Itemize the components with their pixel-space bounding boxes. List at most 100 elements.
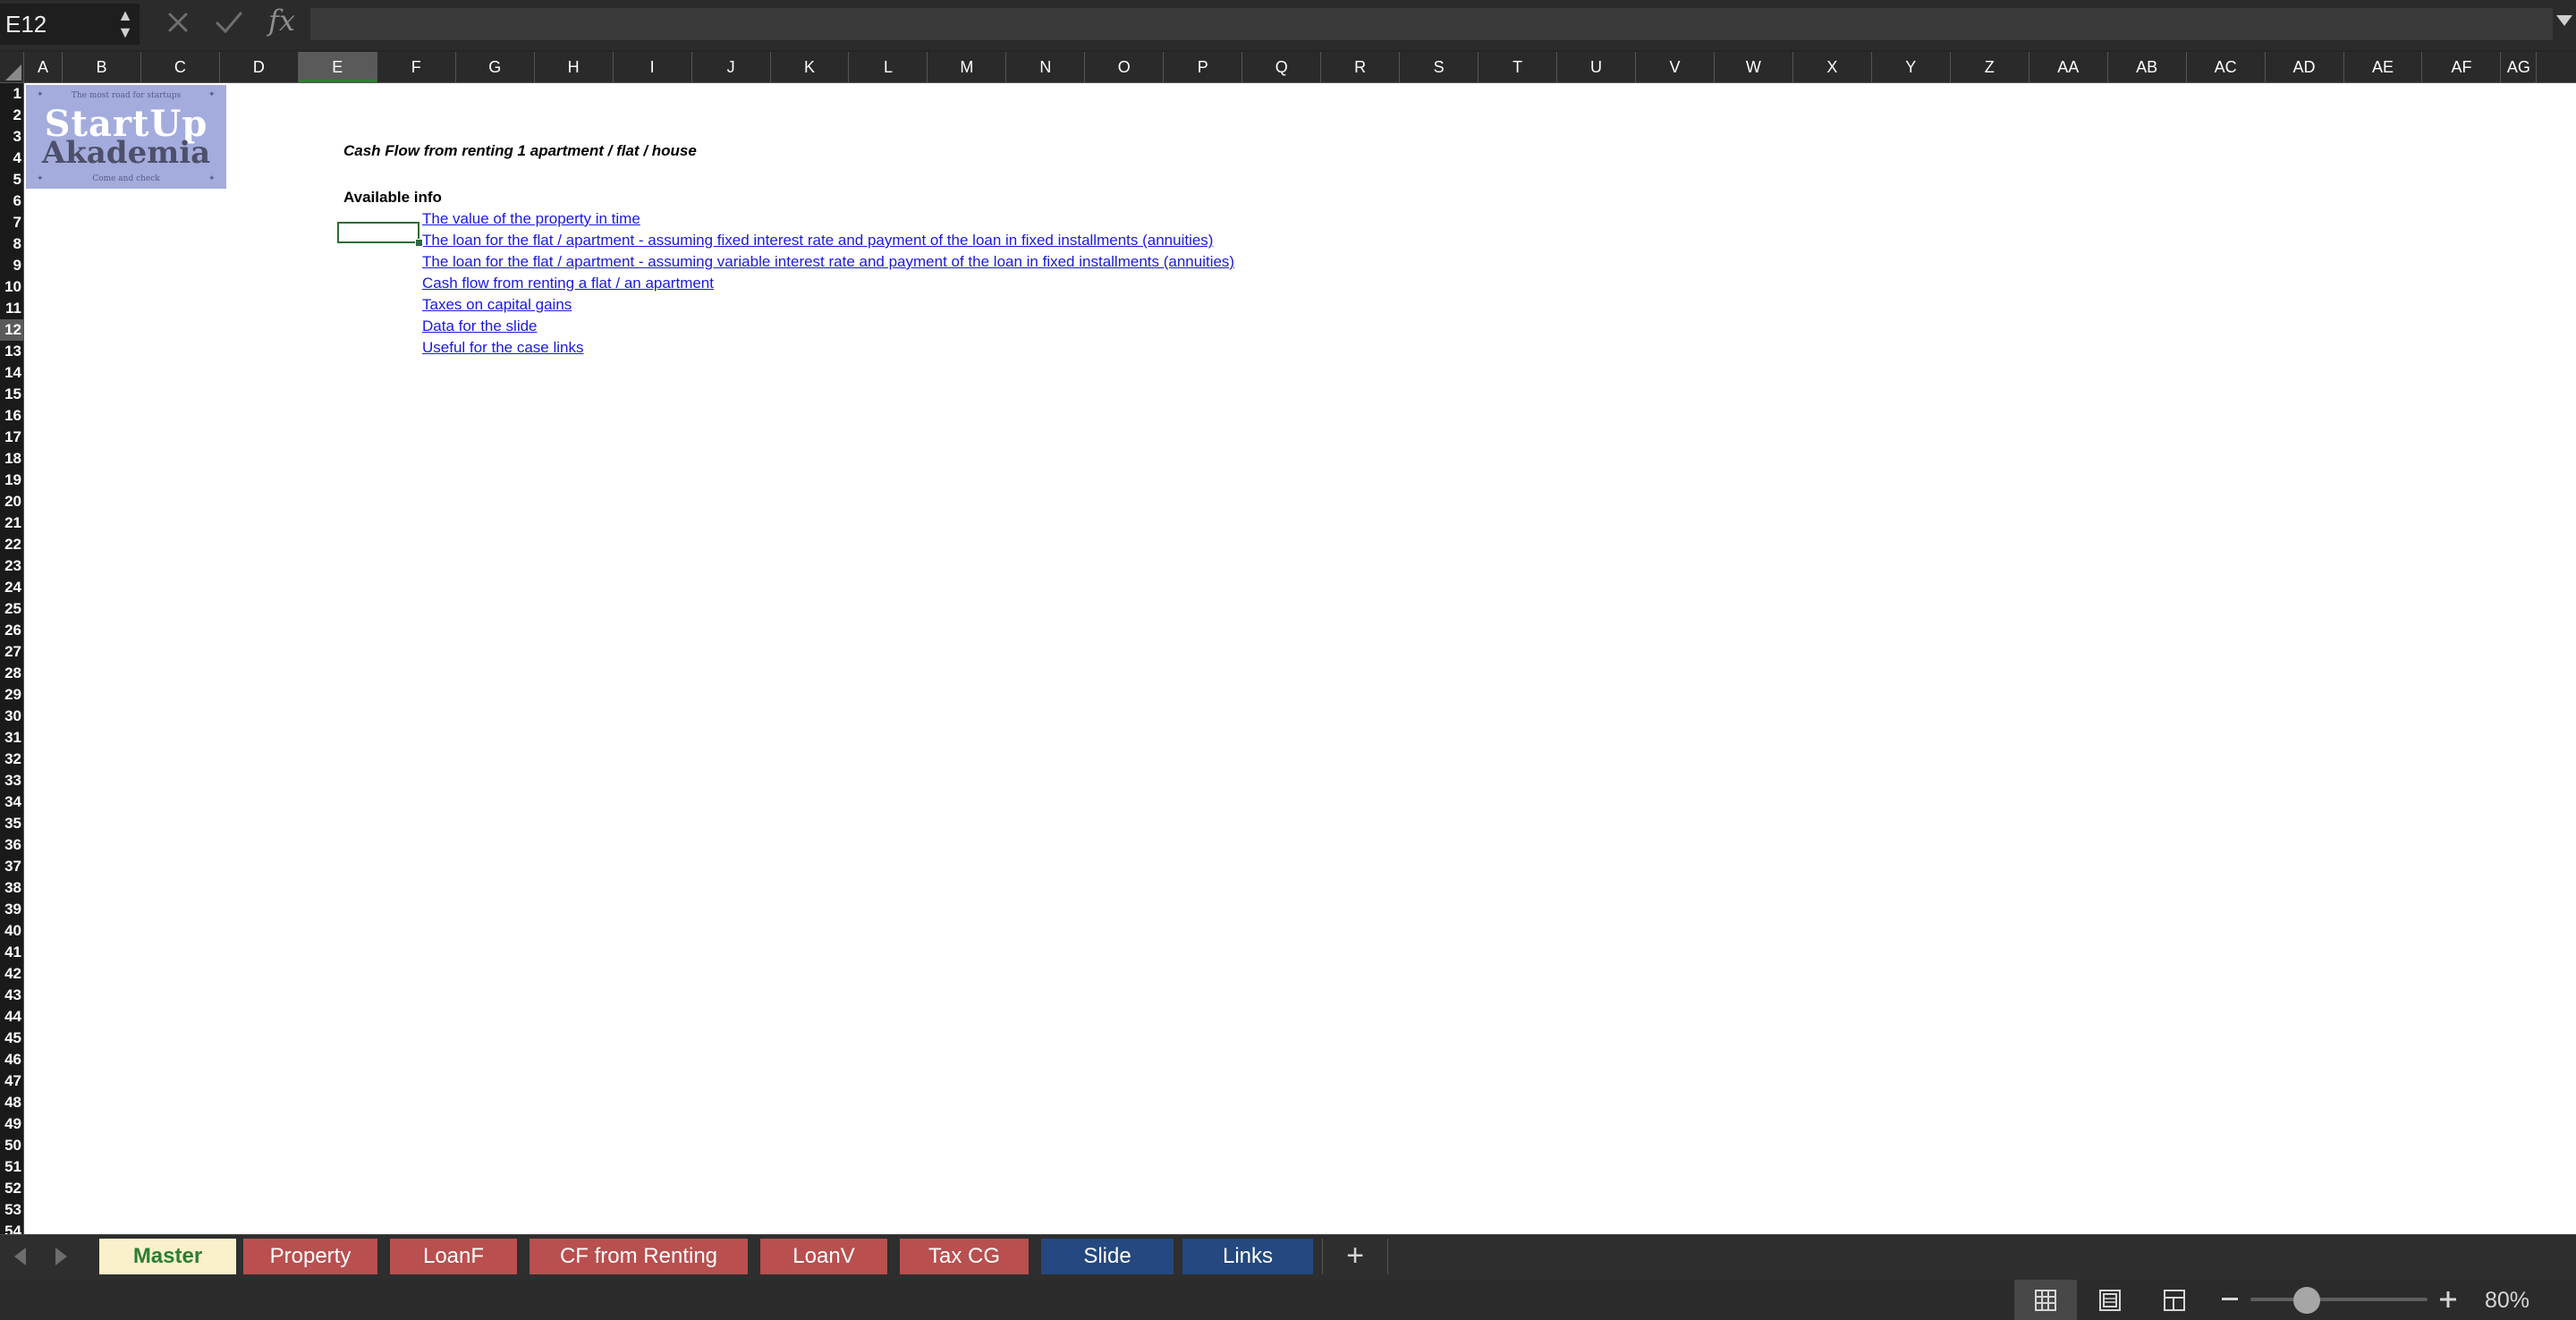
row-header-41[interactable]: 41 (0, 942, 23, 963)
row-header-5[interactable]: 5 (0, 169, 23, 190)
column-header-ad[interactable]: AD (2266, 52, 2344, 82)
link-loan-variable[interactable]: The loan for the flat / apartment - assu… (422, 253, 1234, 271)
insert-function-icon[interactable]: fx (268, 4, 295, 38)
row-header-30[interactable]: 30 (0, 706, 23, 727)
row-header-13[interactable]: 13 (0, 341, 23, 362)
row-header-6[interactable]: 6 (0, 190, 23, 212)
row-header-43[interactable]: 43 (0, 985, 23, 1006)
column-header-e[interactable]: E (298, 52, 377, 82)
tab-tax-cg[interactable]: Tax CG (900, 1239, 1029, 1274)
cancel-formula-icon[interactable] (163, 7, 193, 38)
column-header-u[interactable]: U (1557, 52, 1636, 82)
column-header-n[interactable]: N (1006, 52, 1086, 82)
column-header-ae[interactable]: AE (2344, 52, 2423, 82)
row-header-9[interactable]: 9 (0, 255, 23, 276)
select-all-button[interactable] (0, 52, 24, 83)
tab-cf-from-renting[interactable]: CF from Renting (530, 1239, 748, 1274)
row-header-31[interactable]: 31 (0, 727, 23, 749)
column-header-d[interactable]: D (220, 52, 299, 82)
link-loan-fixed[interactable]: The loan for the flat / apartment - assu… (422, 232, 1213, 250)
row-header-37[interactable]: 37 (0, 856, 23, 877)
active-cell-e12[interactable] (337, 222, 419, 243)
zoom-in-icon[interactable] (2438, 1287, 2458, 1312)
row-header-35[interactable]: 35 (0, 813, 23, 834)
row-header-53[interactable]: 53 (0, 1199, 23, 1221)
column-header-g[interactable]: G (456, 52, 535, 82)
link-taxes-capital-gains[interactable]: Taxes on capital gains (422, 296, 572, 314)
link-property-value[interactable]: The value of the property in time (422, 210, 640, 228)
tab-property[interactable]: Property (243, 1239, 377, 1274)
row-header-15[interactable]: 15 (0, 384, 23, 405)
cell-area[interactable]: ✦ ✦ ✦ ✦ The most road for startups Start… (24, 83, 2576, 1234)
row-header-1[interactable]: 1 (0, 83, 23, 105)
column-header-l[interactable]: L (850, 52, 928, 82)
row-header-32[interactable]: 32 (0, 749, 23, 770)
row-header-21[interactable]: 21 (0, 512, 23, 534)
column-header-a[interactable]: A (24, 52, 63, 82)
column-header-k[interactable]: K (771, 52, 850, 82)
row-header-47[interactable]: 47 (0, 1070, 23, 1092)
column-header-i[interactable]: I (614, 52, 692, 82)
column-header-b[interactable]: B (63, 52, 141, 82)
column-header-x[interactable]: X (1793, 52, 1872, 82)
row-header-44[interactable]: 44 (0, 1006, 23, 1028)
column-header-q[interactable]: Q (1242, 52, 1322, 82)
column-header-ag[interactable]: AG (2501, 52, 2538, 82)
available-info-label[interactable]: Available info (343, 189, 442, 207)
previous-sheet-icon[interactable] (14, 1248, 26, 1265)
add-sheet-button[interactable]: + (1322, 1239, 1388, 1274)
row-header-23[interactable]: 23 (0, 555, 23, 577)
spreadsheet-grid[interactable]: A B C D E F G H I J K L M N O P Q R S T U V W X Y Z AA AB AC AD AE AF AG… (0, 52, 2576, 1234)
column-header-y[interactable]: Y (1872, 52, 1951, 82)
name-box-stepper-icon[interactable]: ▲ ▼ (116, 7, 134, 43)
row-header-22[interactable]: 22 (0, 534, 23, 555)
tab-master[interactable]: Master (99, 1239, 236, 1274)
column-header-o[interactable]: O (1085, 52, 1165, 82)
row-header-25[interactable]: 25 (0, 598, 23, 620)
zoom-slider[interactable] (2250, 1298, 2428, 1301)
chevron-down-icon[interactable] (2556, 15, 2572, 26)
row-header-45[interactable]: 45 (0, 1028, 23, 1049)
column-header-t[interactable]: T (1479, 52, 1558, 82)
row-header-48[interactable]: 48 (0, 1092, 23, 1113)
row-header-7[interactable]: 7 (0, 212, 23, 233)
row-header-2[interactable]: 2 (0, 105, 23, 126)
page-layout-view-button[interactable] (2079, 1280, 2141, 1320)
link-useful-case-links[interactable]: Useful for the case links (422, 339, 583, 357)
row-header-38[interactable]: 38 (0, 877, 23, 899)
sheet-title[interactable]: Cash Flow from renting 1 apartment / fla… (343, 142, 697, 160)
row-header-54[interactable]: 54 (0, 1221, 23, 1234)
next-sheet-icon[interactable] (55, 1248, 67, 1265)
row-header-46[interactable]: 46 (0, 1049, 23, 1070)
row-header-27[interactable]: 27 (0, 641, 23, 663)
zoom-out-icon[interactable] (2222, 1298, 2238, 1300)
column-header-f[interactable]: F (377, 52, 456, 82)
normal-view-button[interactable] (2014, 1280, 2077, 1320)
row-header-10[interactable]: 10 (0, 276, 23, 298)
link-cash-flow-renting[interactable]: Cash flow from renting a flat / an apart… (422, 275, 714, 292)
row-header-20[interactable]: 20 (0, 491, 23, 512)
tab-loanv[interactable]: LoanV (760, 1239, 887, 1274)
column-header-ac[interactable]: AC (2187, 52, 2266, 82)
confirm-formula-icon[interactable] (213, 7, 245, 38)
column-header-v[interactable]: V (1636, 52, 1715, 82)
row-header-34[interactable]: 34 (0, 791, 23, 813)
row-header-14[interactable]: 14 (0, 362, 23, 384)
column-header-s[interactable]: S (1400, 52, 1479, 82)
column-header-aa[interactable]: AA (2029, 52, 2108, 82)
row-header-50[interactable]: 50 (0, 1135, 23, 1156)
column-header-r[interactable]: R (1321, 52, 1401, 82)
row-header-29[interactable]: 29 (0, 684, 23, 706)
name-box-value[interactable]: E12 (5, 11, 47, 38)
row-header-17[interactable]: 17 (0, 427, 23, 448)
row-header-40[interactable]: 40 (0, 920, 23, 942)
page-break-view-button[interactable] (2143, 1280, 2206, 1320)
row-header-26[interactable]: 26 (0, 620, 23, 641)
tab-links[interactable]: Links (1182, 1239, 1313, 1274)
row-header-11[interactable]: 11 (0, 298, 23, 319)
row-header-8[interactable]: 8 (0, 233, 23, 255)
row-header-51[interactable]: 51 (0, 1156, 23, 1178)
row-header-39[interactable]: 39 (0, 899, 23, 920)
column-header-j[interactable]: J (692, 52, 771, 82)
column-header-c[interactable]: C (141, 52, 220, 82)
